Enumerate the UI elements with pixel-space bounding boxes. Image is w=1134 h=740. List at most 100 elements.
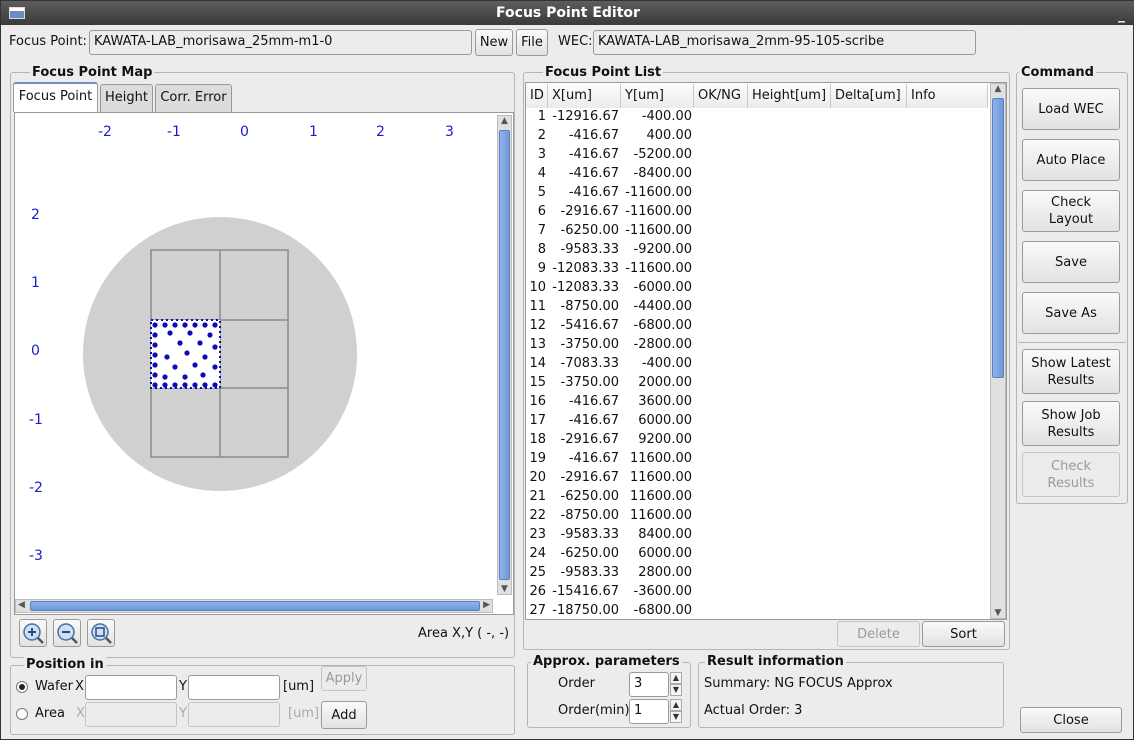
table-row[interactable]: 24 -6250.00 6000.00 (526, 545, 988, 564)
minimize-button[interactable]: _ (1118, 3, 1125, 27)
order-min-input[interactable]: 1 (629, 699, 669, 724)
table-row[interactable]: 23 -9583.33 8400.00 (526, 526, 988, 545)
cell-id: 11 (529, 299, 546, 314)
list-vscroll-thumb[interactable] (992, 98, 1004, 378)
show-latest-results-button[interactable]: Show Latest Results (1022, 349, 1120, 394)
scroll-up-icon[interactable]: ▲ (498, 116, 511, 126)
list-vertical-scrollbar[interactable]: ▲ ▼ (990, 83, 1006, 619)
col-x[interactable]: X[um] (548, 84, 621, 108)
area-xy-readout: Area X,Y ( -, -) (418, 626, 510, 641)
focus-point-field[interactable]: KAWATA-LAB_morisawa_25mm-m1-0 (89, 30, 472, 55)
focus-point-dot (212, 382, 218, 388)
table-row[interactable]: 22 -8750.00 11600.00 (526, 507, 988, 526)
scroll-down-icon[interactable]: ▼ (498, 584, 511, 594)
order-min-spin-up[interactable]: ▲ (670, 699, 682, 711)
map-vertical-scrollbar[interactable]: ▲ ▼ (497, 115, 512, 595)
wafer-y-input[interactable] (188, 675, 280, 700)
tab-height[interactable]: Height (100, 84, 153, 112)
table-row[interactable]: 19 -416.67 11600.00 (526, 450, 988, 469)
table-row[interactable]: 21 -6250.00 11600.00 (526, 488, 988, 507)
check-results-button[interactable]: Check Results (1022, 452, 1120, 497)
zoom-fit-button[interactable] (87, 619, 115, 647)
table-row[interactable]: 4 -416.67 -8400.00 (526, 165, 988, 184)
focus-point-dot (152, 362, 158, 368)
table-row[interactable]: 7 -6250.00 -11600.00 (526, 222, 988, 241)
table-row[interactable]: 18 -2916.67 9200.00 (526, 431, 988, 450)
table-row[interactable]: 27 -18750.00 -6800.00 (526, 602, 988, 619)
tab-focus-point[interactable]: Focus Point (13, 82, 98, 112)
save-as-button[interactable]: Save As (1022, 292, 1120, 334)
delete-button[interactable]: Delete (837, 621, 920, 647)
area-x-input[interactable] (85, 702, 177, 727)
map-hscroll-thumb[interactable] (30, 601, 480, 611)
list-rows[interactable]: 1 -12916.67 -400.00 2 -416.67 400.00 3 -416.67-… (526, 108, 988, 619)
load-wec-button[interactable]: Load WEC (1022, 88, 1120, 130)
cell-x: -6250.00 (560, 546, 619, 561)
cell-y: -11600.00 (625, 261, 692, 276)
order-min-spin-down[interactable]: ▼ (670, 711, 682, 723)
cell-id: 17 (529, 413, 546, 428)
scroll-down-icon[interactable]: ▼ (991, 608, 1005, 618)
new-button[interactable]: New (475, 29, 513, 56)
order-spin-up[interactable]: ▲ (670, 672, 682, 684)
table-row[interactable]: 14 -7083.33 -400.00 (526, 355, 988, 374)
table-row[interactable]: 26 -15416.67 -3600.00 (526, 583, 988, 602)
check-layout-button[interactable]: Check Layout (1022, 190, 1120, 232)
table-row[interactable]: 5 -416.67 -11600.00 (526, 184, 988, 203)
sort-button[interactable]: Sort (922, 621, 1005, 647)
save-button[interactable]: Save (1022, 241, 1120, 283)
col-delta[interactable]: Delta[um] (831, 84, 907, 108)
focus-point-dot (152, 322, 158, 328)
table-row[interactable]: 8 -9583.33 -9200.00 (526, 241, 988, 260)
apply-button[interactable]: Apply (321, 666, 367, 691)
table-row[interactable]: 1 -12916.67 -400.00 (526, 108, 988, 127)
col-height[interactable]: Height[um] (748, 84, 831, 108)
table-row[interactable]: 20 -2916.67 11600.00 (526, 469, 988, 488)
table-row[interactable]: 17 -416.67 6000.00 (526, 412, 988, 431)
table-row[interactable]: 2 -416.67 400.00 (526, 127, 988, 146)
cell-y: 3600.00 (638, 394, 692, 409)
file-button[interactable]: File (516, 29, 548, 56)
col-info[interactable]: Info (907, 84, 988, 108)
col-id[interactable]: ID (526, 84, 548, 108)
add-button[interactable]: Add (321, 701, 367, 729)
cell-id: 5 (537, 185, 546, 200)
wec-field[interactable]: KAWATA-LAB_morisawa_2mm-95-105-scribe (593, 30, 976, 55)
table-row[interactable]: 15 -3750.00 2000.00 (526, 374, 988, 393)
area-radio[interactable] (16, 708, 28, 720)
wafer-radio[interactable] (16, 681, 28, 693)
map-canvas[interactable] (15, 115, 493, 595)
map-horizontal-scrollbar[interactable]: ◀ ▶ (15, 599, 493, 613)
y-axis-label: -1 (29, 412, 43, 428)
cell-id: 25 (529, 565, 546, 580)
tab-corr-error[interactable]: Corr. Error (155, 84, 232, 112)
cell-x: -12083.33 (552, 261, 619, 276)
table-row[interactable]: 13 -3750.00 -2800.00 (526, 336, 988, 355)
order-spin-down[interactable]: ▼ (670, 684, 682, 696)
table-row[interactable]: 25 -9583.33 2800.00 (526, 564, 988, 583)
table-row[interactable]: 16 -416.67 3600.00 (526, 393, 988, 412)
col-y[interactable]: Y[um] (621, 84, 694, 108)
table-row[interactable]: 6 -2916.67 -11600.00 (526, 203, 988, 222)
show-job-results-button[interactable]: Show Job Results (1022, 401, 1120, 446)
window-menu-icon[interactable] (9, 7, 25, 19)
scroll-right-icon[interactable]: ▶ (483, 600, 490, 610)
auto-place-button[interactable]: Auto Place (1022, 139, 1120, 181)
col-ok-ng[interactable]: OK/NG (694, 84, 748, 108)
table-row[interactable]: 3 -416.67 -5200.00 (526, 146, 988, 165)
zoom-out-button[interactable] (53, 619, 81, 647)
focus-point-dot (202, 382, 208, 388)
zoom-in-button[interactable] (19, 619, 47, 647)
scroll-left-icon[interactable]: ◀ (18, 600, 25, 610)
table-row[interactable]: 9 -12083.33 -11600.00 (526, 260, 988, 279)
table-row[interactable]: 11 -8750.00 -4400.00 (526, 298, 988, 317)
order-input[interactable]: 3 (629, 672, 669, 697)
scroll-up-icon[interactable]: ▲ (991, 84, 1005, 94)
close-button[interactable]: Close (1020, 707, 1122, 733)
wafer-x-input[interactable] (85, 675, 177, 700)
focus-point-dot (182, 382, 188, 388)
area-y-input[interactable] (188, 702, 280, 727)
table-row[interactable]: 10 -12083.33 -6000.00 (526, 279, 988, 298)
table-row[interactable]: 12 -5416.67 -6800.00 (526, 317, 988, 336)
map-vscroll-thumb[interactable] (499, 130, 510, 580)
